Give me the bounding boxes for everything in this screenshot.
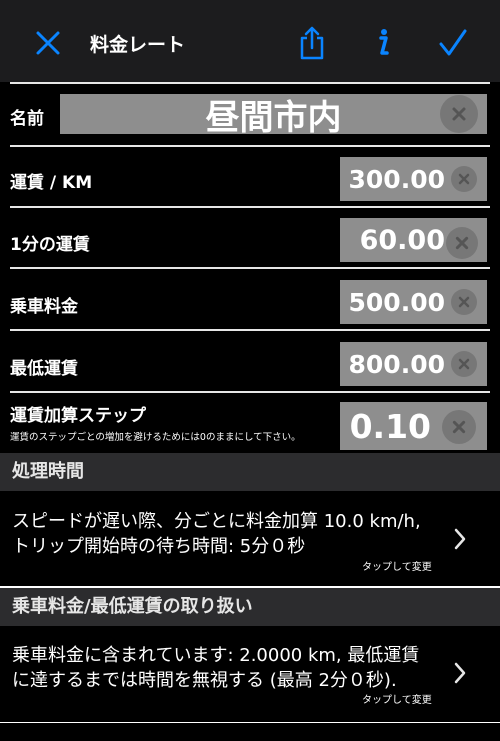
- tap-to-change-hint: タップして変更: [362, 562, 432, 573]
- checkmark-icon[interactable]: [438, 28, 468, 58]
- tap-to-change-hint: タップして変更: [362, 695, 432, 706]
- name-field[interactable]: 昼間市内: [60, 94, 487, 138]
- boarding-fare-label: 乗車料金: [10, 297, 78, 317]
- fare-per-minute-label: 1分の運賃: [10, 235, 90, 255]
- fare-step-clear-button[interactable]: [442, 410, 476, 444]
- boarding-fare-handling-line-2: に達するまでは時間を無視する (最高 2分０秒).: [12, 670, 397, 691]
- divider: [10, 206, 490, 208]
- boarding-fare-clear-button[interactable]: [451, 289, 477, 315]
- divider: [10, 329, 490, 331]
- divider: [10, 267, 490, 269]
- info-icon[interactable]: [370, 26, 394, 58]
- clear-icon: [452, 420, 466, 434]
- clear-icon: [452, 107, 466, 121]
- processing-time-header: 処理時間: [0, 453, 500, 491]
- page-title: 料金レート: [90, 34, 186, 56]
- boarding-fare-handling-header: 乗車料金/最低運賃の取り扱い: [0, 588, 500, 626]
- processing-time-line-1: スピードが遅い際、分ごとに料金加算 10.0 km/h,: [12, 511, 421, 532]
- fare-per-km-label: 運賃 / KM: [10, 173, 93, 193]
- name-label: 名前: [10, 109, 44, 129]
- fare-per-minute-clear-button[interactable]: [446, 227, 478, 259]
- share-icon[interactable]: [298, 26, 326, 60]
- name-clear-button[interactable]: [440, 95, 478, 133]
- divider: [10, 82, 490, 84]
- close-icon[interactable]: [34, 29, 62, 57]
- divider: [10, 145, 490, 147]
- chevron-right-icon: [454, 528, 466, 550]
- clear-icon: [458, 358, 470, 370]
- clear-icon: [458, 296, 470, 308]
- fare-per-km-clear-button[interactable]: [451, 166, 477, 192]
- fare-step-note: 運賃のステップごとの増加を避けるためには0のままにして下さい。: [10, 432, 301, 443]
- clear-icon: [455, 236, 469, 250]
- clear-icon: [458, 173, 470, 185]
- minimum-fare-label: 最低運賃: [10, 359, 78, 379]
- processing-time-line-2: トリップ開始時の待ち時間: 5分０秒: [12, 536, 306, 557]
- chevron-right-icon: [454, 662, 466, 684]
- navigation-bar: 料金レート: [0, 0, 500, 82]
- divider: [0, 722, 500, 723]
- boarding-fare-handling-line-1: 乗車料金に含まれています: 2.0000 km, 最低運賃: [12, 645, 420, 666]
- fare-step-label: 運賃加算ステップ: [10, 406, 146, 426]
- divider: [10, 391, 490, 393]
- minimum-fare-clear-button[interactable]: [451, 351, 477, 377]
